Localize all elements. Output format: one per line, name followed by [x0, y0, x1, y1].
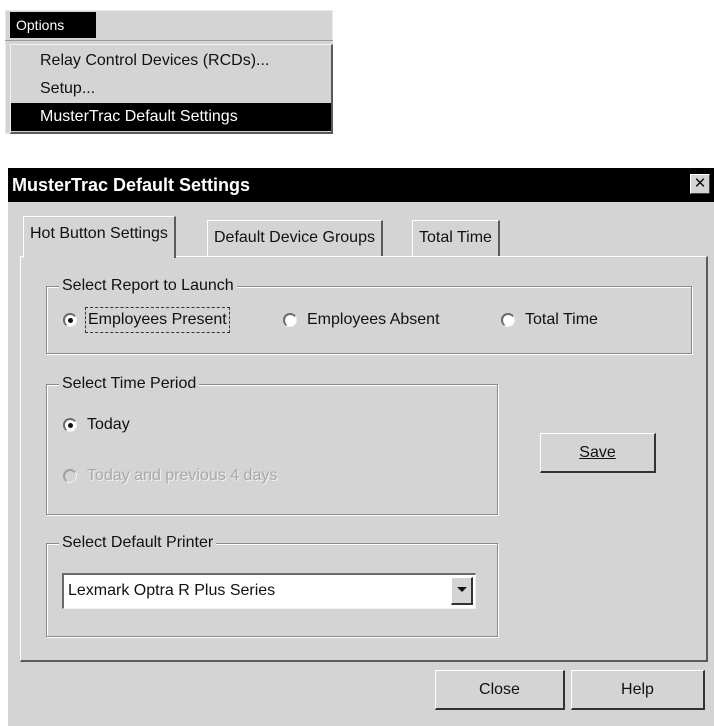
close-button[interactable]: Close [435, 670, 565, 710]
dialog-title-bar[interactable]: MusterTrac Default Settings ✕ [8, 168, 714, 202]
save-button[interactable]: Save [540, 433, 656, 473]
mustertrac-default-settings-dialog: MusterTrac Default Settings ✕ Hot Button… [8, 168, 714, 726]
tab-label: Hot Button Settings [30, 225, 168, 242]
time-period-group-label: Select Time Period [59, 373, 200, 395]
tab-label: Total Time [419, 229, 492, 246]
tab-default-device-groups[interactable]: Default Device Groups [207, 220, 383, 256]
menu-item-mustertrac-default-settings[interactable]: MusterTrac Default Settings [11, 103, 331, 131]
menu-item-setup[interactable]: Setup... [11, 75, 331, 103]
menu-item-label: Setup... [40, 80, 96, 97]
menu-bar-divider [5, 40, 333, 41]
printer-group-label: Select Default Printer [59, 532, 217, 554]
radio-label: Today and previous 4 days [87, 467, 278, 484]
close-icon[interactable]: ✕ [690, 174, 710, 194]
time-period-group: Select Time Period Today Today and previ… [46, 373, 498, 515]
menu-item-label: Relay Control Devices (RCDs)... [40, 52, 270, 69]
radio-button-icon [63, 418, 77, 432]
dialog-title: MusterTrac Default Settings [12, 175, 251, 195]
radio-label: Total Time [525, 311, 598, 328]
tab-total-time[interactable]: Total Time [412, 220, 500, 256]
radio-button-icon [63, 313, 77, 327]
report-group-label: Select Report to Launch [59, 275, 237, 297]
printer-select[interactable]: Lexmark Optra R Plus Series [62, 573, 476, 609]
radio-button-icon [63, 469, 77, 483]
radio-label: Today [87, 416, 130, 433]
close-icon-glyph: ✕ [693, 175, 707, 192]
menu-item-relay-control-devices[interactable]: Relay Control Devices (RCDs)... [11, 47, 331, 75]
options-menu-title-label: Options [16, 17, 65, 33]
close-button-label: Close [479, 680, 520, 698]
printer-group: Select Default Printer Lexmark Optra R P… [46, 532, 498, 637]
options-menu-dropdown: Relay Control Devices (RCDs)... Setup...… [10, 44, 333, 134]
menu-item-label: MusterTrac Default Settings [40, 108, 238, 125]
save-button-label: Save [579, 443, 616, 461]
help-button[interactable]: Help [571, 670, 705, 710]
chevron-down-icon[interactable] [451, 577, 473, 605]
options-menu: Options Relay Control Devices (RCDs)... … [5, 10, 333, 134]
hot-button-settings-panel: Select Report to Launch Employees Presen… [20, 256, 708, 662]
radio-label: Employees Present [85, 307, 230, 333]
radio-label: Employees Absent [307, 311, 440, 328]
report-group: Select Report to Launch Employees Presen… [46, 275, 692, 354]
radio-button-icon [501, 313, 515, 327]
radio-button-icon [283, 313, 297, 327]
options-menu-title[interactable]: Options [10, 12, 96, 38]
tab-label: Default Device Groups [214, 229, 375, 246]
tab-hot-button-settings[interactable]: Hot Button Settings [23, 216, 176, 258]
printer-select-value: Lexmark Optra R Plus Series [68, 582, 276, 599]
help-button-label: Help [621, 680, 654, 698]
